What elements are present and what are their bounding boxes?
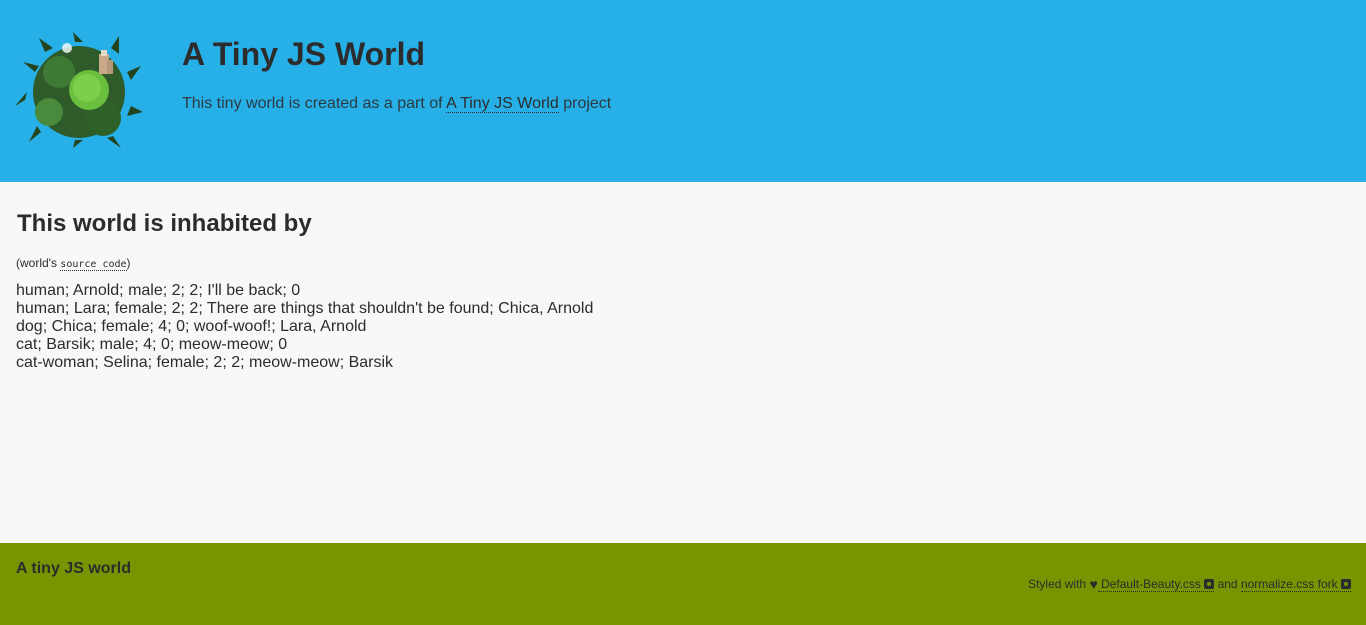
list-item: dog; Chica; female; 4; 0; woof-woof!; La… xyxy=(16,318,367,335)
site-title: A Tiny JS World xyxy=(182,36,425,72)
site-description: This tiny world is created as a part of … xyxy=(182,94,611,114)
styled-with-label: Styled with xyxy=(1028,577,1090,591)
inhabitants-list: human; Arnold; male; 2; 2; I'll be back;… xyxy=(16,282,593,372)
source-code-link-text: source code xyxy=(60,259,127,270)
default-beauty-link-text: Default-Beauty.css xyxy=(1097,577,1205,591)
github-icon xyxy=(1204,579,1215,589)
github-icon xyxy=(1341,579,1351,589)
list-item: human; Lara; female; 2; 2; There are thi… xyxy=(16,300,594,317)
and-label: and xyxy=(1214,577,1241,591)
page-footer: A tiny JS world Styled with ♥ Default-Be… xyxy=(0,543,1366,625)
footer-title: A tiny JS world xyxy=(16,560,131,577)
default-beauty-link[interactable]: Default-Beauty.css xyxy=(1097,577,1215,592)
list-item: human; Arnold; male; 2; 2; I'll be back;… xyxy=(16,282,301,299)
list-item: cat; Barsik; male; 4; 0; meow-meow; 0 xyxy=(16,336,288,353)
normalize-link-text: normalize.css fork xyxy=(1240,577,1338,591)
source-note-suffix: ) xyxy=(126,256,131,270)
section-heading: This world is inhabited by xyxy=(17,210,312,237)
footer-credits: Styled with ♥ Default-Beauty.css and nor… xyxy=(1028,576,1351,592)
main-content: This world is inhabited by (world's sour… xyxy=(0,182,1366,543)
page-header: A Tiny JS World This tiny world is creat… xyxy=(0,0,1366,182)
site-description-prefix: This tiny world is created as a part of xyxy=(182,95,447,112)
source-note-prefix: (world's xyxy=(16,256,61,270)
tiny-planet-logo xyxy=(15,32,143,148)
source-code-link[interactable]: source code xyxy=(60,256,127,271)
source-note: (world's source code) xyxy=(16,256,131,272)
heart-icon: ♥ xyxy=(1089,576,1098,592)
site-description-suffix: project xyxy=(558,95,612,112)
list-item: cat-woman; Selina; female; 2; 2; meow-me… xyxy=(16,354,394,371)
normalize-link[interactable]: normalize.css fork xyxy=(1240,577,1351,592)
project-link[interactable]: A Tiny JS World xyxy=(446,95,559,113)
